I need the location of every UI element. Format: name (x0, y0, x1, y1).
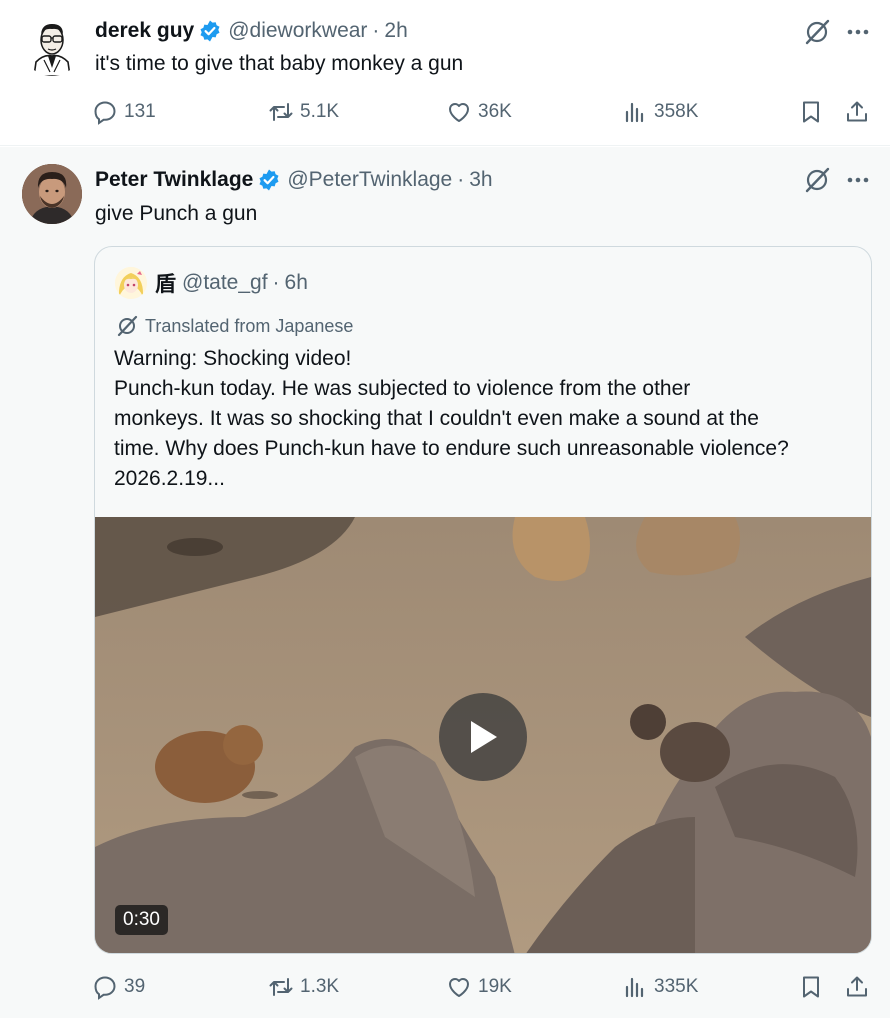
translated-label: Translated from Japanese (145, 315, 354, 336)
reply-icon (94, 976, 116, 1000)
quoted-text-line: Warning: Shocking video! (114, 347, 352, 370)
more-icon[interactable] (843, 17, 873, 47)
like-button[interactable]: 19K (446, 971, 512, 1003)
views-button[interactable]: 358K (622, 96, 698, 128)
tweet-text: give Punch a gun (95, 202, 258, 225)
author-handle[interactable]: @dieworkwear (228, 19, 367, 43)
share-button[interactable] (844, 971, 870, 1003)
views-icon (625, 977, 644, 998)
grok-icon (117, 315, 138, 337)
bookmark-icon (803, 101, 819, 123)
repost-count: 5.1K (300, 101, 340, 122)
grok-icon[interactable] (802, 17, 832, 47)
quoted-avatar[interactable] (115, 267, 147, 299)
tweet-header: derek guy @dieworkwear · 2h (95, 16, 408, 46)
author-name[interactable]: derek guy (95, 19, 194, 43)
separator-dot: · (457, 168, 465, 191)
quoted-author-handle[interactable]: @tate_gf (182, 271, 268, 295)
reply-button[interactable]: 131 (92, 96, 156, 128)
tweet-text: it's time to give that baby monkey a gun (95, 52, 464, 75)
grok-icon[interactable] (802, 165, 832, 195)
action-bar: 39 1.3K 19K 335K (92, 971, 882, 1003)
tweet-peter-twinklage[interactable]: Peter Twinklage @PeterTwinklage · 3h giv… (0, 147, 890, 1018)
reply-button[interactable]: 39 (92, 971, 145, 1003)
reply-count: 131 (124, 101, 156, 122)
quoted-timestamp[interactable]: 6h (285, 271, 308, 295)
author-handle[interactable]: @PeterTwinklage (287, 168, 452, 192)
separator-dot: · (272, 271, 280, 294)
views-button[interactable]: 335K (622, 971, 698, 1003)
share-button[interactable] (844, 96, 870, 128)
separator-dot: · (372, 19, 380, 42)
reply-count: 39 (124, 976, 146, 997)
like-button[interactable]: 36K (446, 96, 512, 128)
repost-button[interactable]: 1.3K (268, 971, 339, 1003)
more-icon[interactable] (843, 165, 873, 195)
timestamp[interactable]: 3h (469, 168, 492, 192)
play-button[interactable] (439, 693, 527, 781)
views-icon (625, 102, 644, 123)
share-icon (847, 101, 867, 122)
author-name[interactable]: Peter Twinklage (95, 168, 253, 192)
quoted-text: Warning: Shocking video! Punch-kun today… (114, 344, 864, 494)
bookmark-button[interactable] (798, 971, 824, 1003)
translated-notice[interactable]: Translated from Japanese (115, 313, 353, 339)
quoted-text-line: 2026.2.19... (114, 467, 225, 490)
repost-icon (269, 978, 293, 996)
quoted-text-line: Punch-kun today. He was subjected to vio… (114, 377, 691, 400)
quoted-header: 盾 @tate_gf · 6h (155, 269, 308, 297)
timestamp[interactable]: 2h (384, 19, 407, 43)
verified-badge-icon (259, 169, 279, 191)
play-icon (471, 721, 497, 753)
action-bar: 131 5.1K 36K 358K (92, 96, 882, 128)
like-count: 36K (478, 101, 512, 122)
quoted-text-line: monkeys. It was so shocking that I could… (114, 407, 759, 430)
avatar[interactable] (22, 164, 82, 224)
repost-icon (269, 103, 293, 121)
avatar[interactable] (22, 16, 82, 76)
heart-icon (449, 978, 469, 997)
video-duration: 0:30 (115, 905, 168, 935)
repost-button[interactable]: 5.1K (268, 96, 339, 128)
views-count: 358K (654, 101, 699, 122)
quoted-tweet[interactable]: 盾 @tate_gf · 6h Translated from Japanese… (94, 246, 872, 954)
reply-icon (94, 101, 116, 125)
verified-badge-icon (200, 20, 220, 42)
bookmark-button[interactable] (798, 96, 824, 128)
anime-avatar-icon (115, 267, 147, 299)
repost-count: 1.3K (300, 976, 340, 997)
like-count: 19K (478, 976, 512, 997)
video-player[interactable]: 0:30 (95, 517, 871, 953)
tweet-header: Peter Twinklage @PeterTwinklage · 3h (95, 165, 493, 195)
quoted-text-line: time. Why does Punch-kun have to endure … (114, 437, 789, 460)
avatar-photo-icon (22, 164, 82, 224)
bookmark-icon (803, 976, 819, 998)
avatar-illustration-icon (22, 16, 82, 76)
tweet-derek-guy[interactable]: derek guy @dieworkwear · 2h it's time to… (0, 0, 890, 146)
heart-icon (449, 103, 469, 122)
views-count: 335K (654, 976, 699, 997)
quoted-author-name[interactable]: 盾 (155, 268, 176, 298)
share-icon (847, 976, 867, 997)
